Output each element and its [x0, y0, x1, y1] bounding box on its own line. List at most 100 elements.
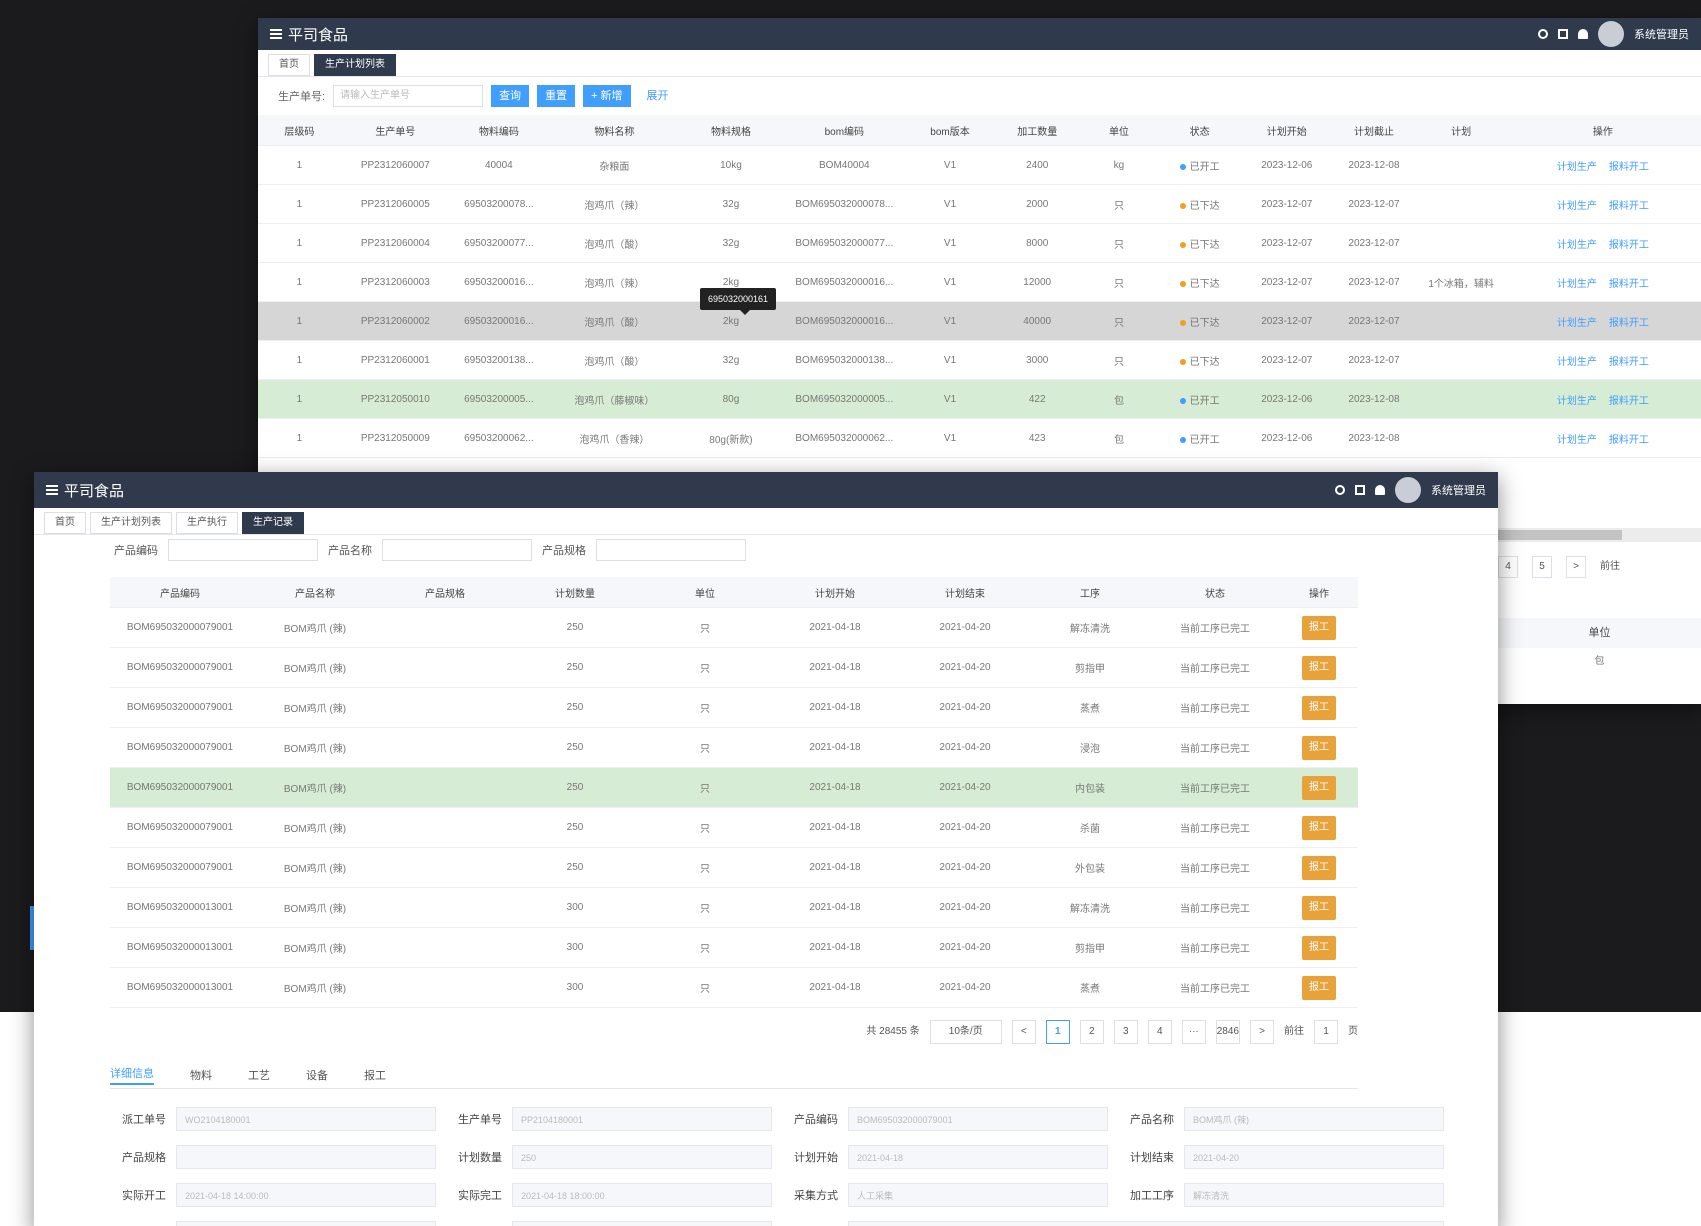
- material-start-link[interactable]: 报料开工: [1609, 318, 1649, 329]
- tab-home[interactable]: 首页: [44, 512, 86, 534]
- table-row[interactable]: 1 PP2312060002 69503200016... 泡鸡爪（酸） 2kg BOM6…: [258, 301, 1701, 341]
- settings-icon[interactable]: [1335, 485, 1345, 495]
- horizontal-scrollbar[interactable]: [1498, 528, 1701, 542]
- report-work-button[interactable]: 报工: [1302, 695, 1336, 720]
- table-row[interactable]: 1 PP2312060004 69503200077... 泡鸡爪（酸） 32g BOM6…: [258, 223, 1701, 263]
- form-field[interactable]: WO2104180001: [176, 1107, 436, 1131]
- plan-produce-link[interactable]: 计划生产: [1557, 201, 1597, 212]
- subtab-materials[interactable]: 物料: [190, 1067, 212, 1083]
- plan-produce-link[interactable]: 计划生产: [1557, 435, 1597, 446]
- plan-produce-link[interactable]: 计划生产: [1557, 279, 1597, 290]
- form-field[interactable]: 2021-04-18 14:00:00: [176, 1183, 436, 1207]
- query-button[interactable]: 查询: [491, 85, 530, 107]
- material-start-link[interactable]: 报料开工: [1609, 162, 1649, 173]
- hamburger-menu-icon[interactable]: [46, 485, 58, 495]
- form-field[interactable]: 2021-04-20: [1184, 1145, 1444, 1169]
- tab-home[interactable]: 首页: [268, 54, 310, 76]
- table-row[interactable]: 1 PP2312050010 69503200005... 泡鸡爪（藤椒味） 80g BO…: [258, 379, 1701, 419]
- table-row[interactable]: BOM695032000013001 BOM鸡爪 (辣) 300 只 2021-04-1…: [110, 927, 1358, 968]
- scrollbar-thumb[interactable]: [1498, 530, 1622, 540]
- bell-icon[interactable]: [1578, 29, 1588, 39]
- hamburger-menu-icon[interactable]: [270, 29, 282, 39]
- table-row[interactable]: BOM695032000079001 BOM鸡爪 (辣) 250 只 2021-04-1…: [110, 847, 1358, 888]
- form-field[interactable]: 2021-04-18 18:00:00: [512, 1183, 772, 1207]
- more-pages-button[interactable]: ···: [1181, 1020, 1206, 1044]
- form-field[interactable]: BOM鸡爪 (辣): [1184, 1107, 1444, 1131]
- table-row[interactable]: BOM695032000013001 BOM鸡爪 (辣) 300 只 2021-04-1…: [110, 967, 1358, 1008]
- form-field[interactable]: BOM695032000079001: [848, 1107, 1108, 1131]
- form-field[interactable]: PP2104180001: [512, 1107, 772, 1131]
- tab-production-record[interactable]: 生产记录: [242, 512, 304, 534]
- report-work-button[interactable]: 报工: [1302, 815, 1336, 840]
- material-start-link[interactable]: 报料开工: [1609, 240, 1649, 251]
- prev-page-button[interactable]: <: [1011, 1020, 1036, 1044]
- plan-produce-link[interactable]: 计划生产: [1557, 396, 1597, 407]
- tab-production-plan-list[interactable]: 生产计划列表: [314, 54, 396, 76]
- product-spec-input[interactable]: [596, 539, 746, 561]
- order-no-input[interactable]: 请输入生产单号: [333, 85, 484, 107]
- form-field[interactable]: 生产班组: [512, 1221, 772, 1226]
- page-3-button[interactable]: 3: [1113, 1020, 1138, 1044]
- tab-production-plan-list[interactable]: 生产计划列表: [90, 512, 172, 534]
- reset-button[interactable]: 重置: [537, 85, 576, 107]
- report-work-button[interactable]: 报工: [1302, 655, 1336, 680]
- bell-icon[interactable]: [1375, 485, 1385, 495]
- user-avatar[interactable]: [1598, 21, 1624, 47]
- form-field[interactable]: [176, 1145, 436, 1169]
- report-work-button[interactable]: 报工: [1302, 895, 1336, 920]
- plan-produce-link[interactable]: 计划生产: [1557, 240, 1597, 251]
- plan-produce-link[interactable]: 计划生产: [1557, 162, 1597, 173]
- table-row[interactable]: BOM695032000079001 BOM鸡爪 (辣) 250 只 2021-04-1…: [110, 647, 1358, 688]
- table-row[interactable]: BOM695032000079001 BOM鸡爪 (辣) 250 只 2021-04-1…: [110, 687, 1358, 728]
- page-size-select[interactable]: 10条/页: [929, 1020, 1002, 1044]
- add-button[interactable]: + 新增: [583, 85, 631, 107]
- subtab-equipment[interactable]: 设备: [306, 1067, 328, 1083]
- report-work-button[interactable]: 报工: [1302, 935, 1336, 960]
- material-start-link[interactable]: 报料开工: [1609, 435, 1649, 446]
- table-row[interactable]: BOM695032000079001 BOM鸡爪 (辣) 250 只 2021-04-1…: [110, 607, 1358, 648]
- settings-icon[interactable]: [1538, 29, 1548, 39]
- next-page-button[interactable]: >: [1250, 1020, 1274, 1044]
- last-page-button[interactable]: 2846: [1215, 1020, 1240, 1044]
- page-5-button[interactable]: 5: [1532, 556, 1552, 578]
- form-field[interactable]: 人工采集: [848, 1183, 1108, 1207]
- material-start-link[interactable]: 报料开工: [1609, 357, 1649, 368]
- table-row[interactable]: 1 PP2312060001 69503200138... 泡鸡爪（酸） 32g BOM6…: [258, 340, 1701, 380]
- report-work-button[interactable]: 报工: [1302, 855, 1336, 880]
- expand-link[interactable]: 展开: [639, 85, 677, 107]
- material-start-link[interactable]: 报料开工: [1609, 201, 1649, 212]
- user-avatar[interactable]: [1395, 477, 1421, 503]
- table-row[interactable]: BOM695032000079001 BOM鸡爪 (辣) 250 只 2021-04-1…: [110, 767, 1358, 808]
- front-user-name[interactable]: 系统管理员: [1431, 482, 1486, 498]
- form-field[interactable]: 250: [512, 1145, 772, 1169]
- material-start-link[interactable]: 报料开工: [1609, 279, 1649, 290]
- fullscreen-icon[interactable]: [1558, 29, 1568, 39]
- subtab-process[interactable]: 工艺: [248, 1067, 270, 1083]
- subtab-report[interactable]: 报工: [364, 1067, 386, 1083]
- goto-page-input[interactable]: 1: [1314, 1020, 1338, 1044]
- report-work-button[interactable]: 报工: [1302, 975, 1336, 1000]
- plan-produce-link[interactable]: 计划生产: [1557, 318, 1597, 329]
- report-work-button[interactable]: 报工: [1302, 615, 1336, 640]
- table-row[interactable]: BOM695032000079001 BOM鸡爪 (辣) 250 只 2021-04-1…: [110, 727, 1358, 768]
- form-field[interactable]: 解冻清洗: [1184, 1183, 1444, 1207]
- product-code-input[interactable]: [168, 539, 318, 561]
- table-row[interactable]: BOM695032000013001 BOM鸡爪 (辣) 300 只 2021-04-1…: [110, 887, 1358, 928]
- next-page-button[interactable]: >: [1566, 556, 1586, 578]
- page-2-button[interactable]: 2: [1079, 1020, 1104, 1044]
- form-field[interactable]: [848, 1221, 1444, 1226]
- material-start-link[interactable]: 报料开工: [1609, 396, 1649, 407]
- report-work-button[interactable]: 报工: [1302, 735, 1336, 760]
- fullscreen-icon[interactable]: [1355, 485, 1365, 495]
- report-work-button[interactable]: 报工: [1302, 775, 1336, 800]
- page-1-button[interactable]: 1: [1045, 1020, 1070, 1044]
- form-field[interactable]: 2021-04-18: [848, 1145, 1108, 1169]
- tab-production-execution[interactable]: 生产执行: [176, 512, 238, 534]
- subtab-details[interactable]: 详细信息: [110, 1065, 154, 1085]
- table-row[interactable]: 1 PP2312050009 69503200062... 泡鸡爪（香辣） 80g(新款…: [258, 418, 1701, 458]
- back-user-name[interactable]: 系统管理员: [1634, 26, 1689, 42]
- page-4-button[interactable]: 4: [1498, 556, 1518, 578]
- page-4-button[interactable]: 4: [1147, 1020, 1172, 1044]
- table-row[interactable]: 1 PP2312060007 40004 杂粮面 10kg BOM40004 V1 2400 k…: [258, 145, 1701, 185]
- product-name-input[interactable]: [382, 539, 532, 561]
